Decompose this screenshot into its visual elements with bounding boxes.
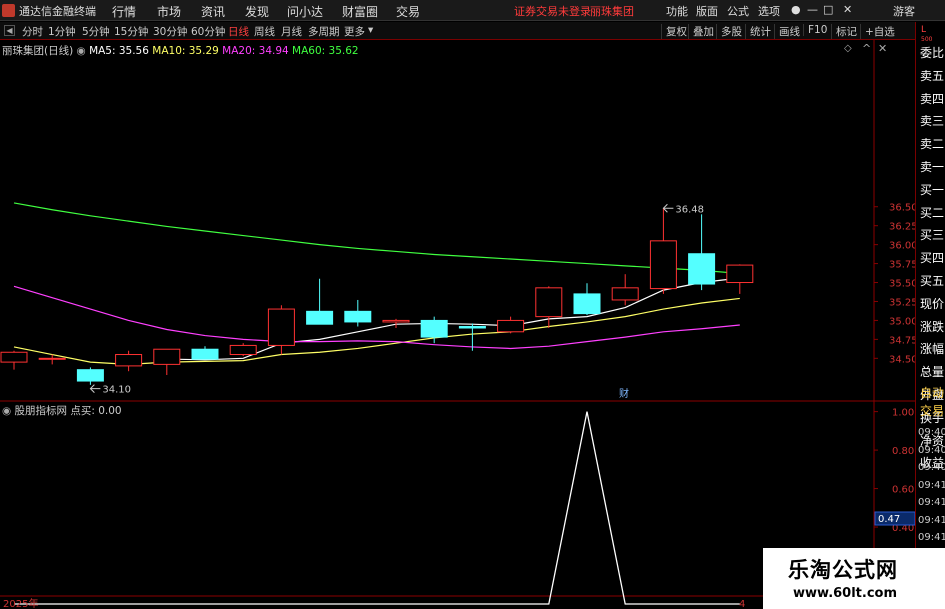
indicator-settings-icon[interactable]: ◉ [2,405,11,417]
quote-caption: 涨跌 [920,319,945,334]
candle-body-down [458,325,486,329]
main-tick-label: 34.75 [889,335,918,346]
event-marker-cai: 财 [619,387,629,400]
quote-caption: 卖四 [920,91,945,106]
candle-body-up [38,357,66,360]
candle-body-up [497,319,525,333]
ma20-label: MA20: 34.94 [222,45,289,57]
quote-caption: 卖五 [920,68,945,83]
high-price-label: 36.48 [675,204,704,215]
candle-body-down [573,293,601,315]
ma-lines [13,202,740,365]
candle-body-up [267,308,295,346]
chart-settings-icon[interactable]: ◇ [844,43,852,54]
quote-caption: 卖三 [920,114,945,129]
trade-time: 09:41 [918,497,945,508]
trade-time: 09:40 [918,462,945,473]
main-tick-label: 35.00 [889,316,918,327]
candle-body-down [344,310,372,323]
candle-body-down [420,319,448,338]
auto-trade-caption[interactable]: 交易 [920,400,944,423]
low-price-label: 34.10 [102,385,131,396]
watermark-title: 乐淘公式网 [788,558,898,582]
indicator-label: 股朋指标网 点买: 0.00 [14,405,122,417]
stock-label: 丽珠集团(日线) [2,45,74,57]
main-tick-label: 36.25 [889,222,918,233]
trade-time: 09:40 [918,444,945,456]
candle-body-down [688,253,716,285]
candle-body-up [153,348,181,365]
ma60-label: MA60: 35.62 [292,45,359,57]
candle-body-up [229,344,257,356]
candle-body-up [115,354,143,367]
current-value-label: 0.47 [878,514,900,525]
main-tick-label: 35.75 [889,260,918,271]
quote-caption: 买四 [920,251,945,266]
ma-line-ma60 [13,202,740,275]
candle-body-up [382,319,410,323]
candle-body-down [76,369,104,382]
candle-body-up [535,287,563,318]
trade-time: 09:41 [918,514,945,526]
main-tick-label: 36.00 [889,241,918,252]
candle-body-up [0,351,28,363]
sub-chart-legend: ◉ 股朋指标网 点买: 0.00 [2,403,122,418]
trade-time: 09:40 [918,427,945,438]
indicator-line [14,411,740,605]
settings-icon[interactable]: ◉ [77,45,86,57]
sub-tick-label: 1.00 [892,408,914,419]
quote-caption: 买一 [920,182,945,197]
trade-time: 09:41 [918,479,945,491]
candle-body-down [306,310,334,325]
candle-body-up [611,287,639,301]
quote-caption: 卖二 [920,137,945,152]
candles [0,208,754,385]
quote-caption: 买二 [920,205,945,220]
candle-body-up [726,264,754,284]
quote-caption: 总量 [920,365,945,380]
quote-caption: 卖一 [920,160,945,174]
bottom-year-label: 2025年 [3,597,38,609]
quote-caption: 买五 [920,274,945,288]
main-tick-label: 36.50 [889,203,918,214]
y-axis-ticks: 34.50 34.75 35.00 35.25 35.50 35.75 36.00 36.25… [874,203,918,534]
ma10-label: MA10: 35.29 [152,45,219,57]
sub-tick-label: 0.60 [892,485,914,496]
main-tick-label: 35.25 [889,297,918,308]
main-chart-legend: 丽珠集团(日线) ◉ MA5: 35.56 MA10: 35.29 MA20: … [2,43,359,58]
quote-caption: 涨幅 [920,342,945,357]
sub-tick-label: 0.80 [892,446,914,457]
main-tick-label: 35.50 [889,279,918,290]
chart-area[interactable]: 34.50 34.75 35.00 35.25 35.50 35.75 36.00 36.25… [0,0,945,609]
candle-body-up [649,240,677,290]
quote-caption: 现价 [920,296,945,311]
quote-caption: 买三 [920,228,945,243]
watermark-url: www.60lt.com [793,586,898,601]
chart-close-icon[interactable]: ✕ [878,42,887,55]
indicator-line-dianmai [14,411,740,605]
trade-time: 09:41 [918,532,945,543]
bottom-right-label: 4 [739,599,745,609]
right-quote-panel: L 500 委比 卖五 卖四 卖三 卖二 卖一 买一 买二 买三 买四 买五 现价 涨跌 涨幅 总量 外盘 换手… [915,22,945,609]
quote-caption: 委比 [920,46,945,60]
collapse-icon[interactable]: ^ [862,42,871,55]
site-watermark: 乐淘公式网 www.60lt.com [763,548,945,609]
ma5-label: MA5: 35.56 [89,45,149,57]
main-tick-label: 34.50 [889,354,918,365]
candle-body-down [191,348,219,360]
